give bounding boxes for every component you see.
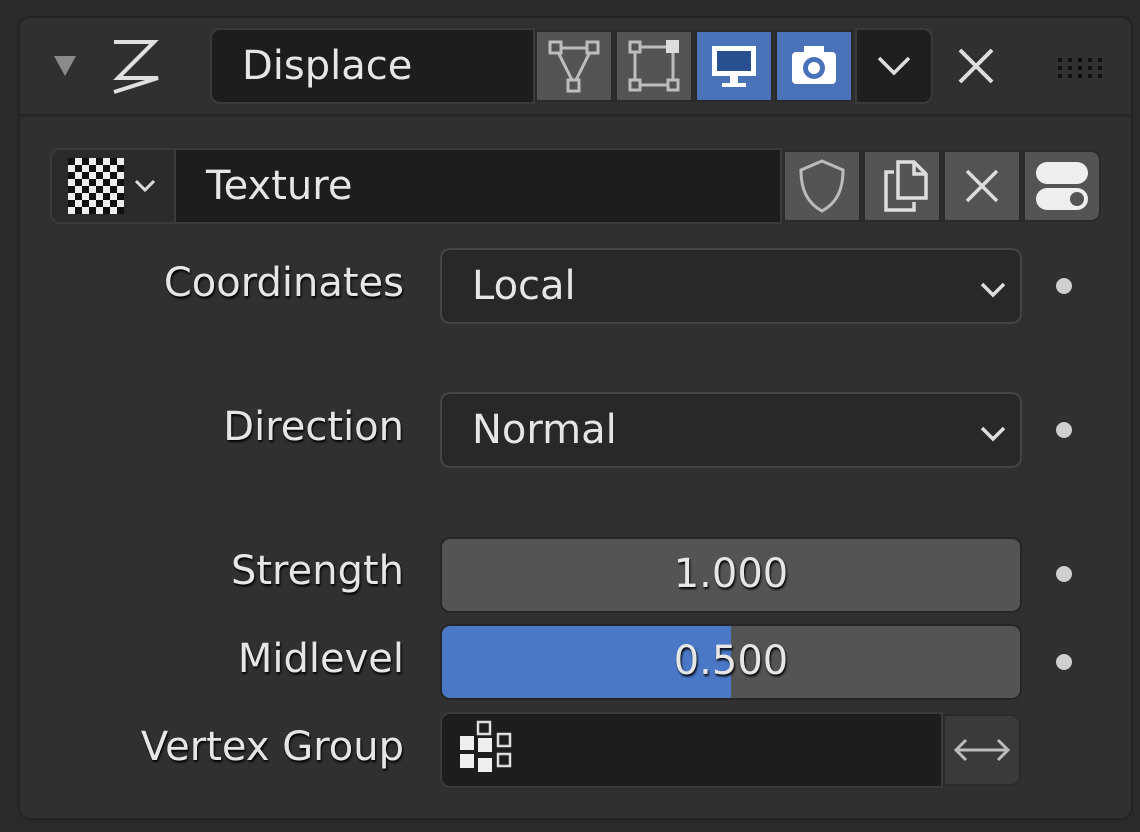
remove-modifier-button[interactable] (956, 46, 996, 90)
duplicate-texture-button[interactable] (863, 150, 941, 222)
arrow-left-right-icon (953, 738, 1011, 762)
edit-mode-toggle[interactable] (535, 30, 613, 102)
strength-field[interactable]: 1.000 (440, 537, 1022, 613)
direction-value: Normal (472, 407, 617, 453)
midlevel-label: Midlevel (237, 636, 404, 682)
midlevel-slider[interactable]: 0.500 (440, 624, 1022, 700)
strength-label: Strength (230, 548, 404, 594)
keyframe-dot[interactable] (1056, 422, 1072, 438)
cage-icon (628, 40, 680, 92)
keyframe-dot[interactable] (1056, 566, 1072, 582)
keyframe-dot[interactable] (1056, 278, 1072, 294)
header-divider (20, 114, 1131, 117)
keyframe-dot[interactable] (1056, 654, 1072, 670)
chevron-down-icon (980, 282, 1006, 298)
toggle-icon (1036, 162, 1088, 210)
vertex-group-icon (460, 720, 512, 772)
camera-icon (792, 46, 836, 84)
midlevel-value: 0.500 (673, 638, 789, 684)
render-toggle[interactable] (775, 30, 853, 102)
displace-modifier-icon (108, 38, 164, 100)
modifier-name-input[interactable]: Displace (210, 28, 535, 104)
checker-texture-icon (68, 158, 124, 214)
collapse-triangle-icon[interactable] (54, 56, 76, 76)
invert-vertex-group-button[interactable] (943, 714, 1021, 786)
copy-icon (884, 160, 928, 212)
unlink-texture-button[interactable] (943, 150, 1021, 222)
direction-dropdown[interactable]: Normal (440, 392, 1022, 468)
monitor-icon (712, 46, 756, 87)
coordinates-label: Coordinates (163, 260, 404, 306)
chevron-down-icon (877, 56, 911, 76)
edit-mode-icon (548, 40, 600, 93)
viewport-toggle[interactable] (695, 30, 773, 102)
close-icon (965, 169, 999, 203)
coordinates-value: Local (472, 263, 576, 309)
chevron-down-icon (980, 426, 1006, 442)
modifier-menu-dropdown[interactable] (855, 28, 933, 104)
shield-icon (799, 159, 845, 213)
cage-toggle[interactable] (615, 30, 693, 102)
drag-handle-icon[interactable] (1058, 58, 1102, 82)
coordinates-dropdown[interactable]: Local (440, 248, 1022, 324)
texture-name-input[interactable]: Texture (174, 148, 782, 224)
texture-browse-button[interactable] (50, 148, 176, 224)
direction-label: Direction (223, 404, 404, 450)
texture-properties-button[interactable] (1023, 150, 1101, 222)
close-icon (958, 48, 994, 84)
fake-user-button[interactable] (783, 150, 861, 222)
strength-value: 1.000 (673, 551, 789, 597)
vertex-group-input[interactable] (440, 712, 943, 788)
vertex-group-label: Vertex Group (140, 724, 404, 770)
chevron-down-icon (134, 179, 156, 193)
